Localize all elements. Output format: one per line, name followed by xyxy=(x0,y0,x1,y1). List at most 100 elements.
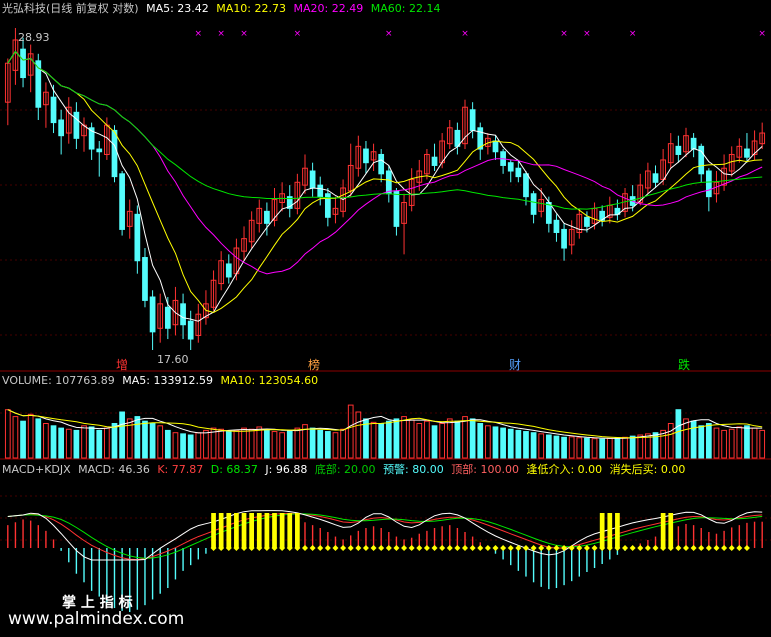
volume-bar xyxy=(507,428,514,459)
volume-bar xyxy=(43,423,49,459)
ma20-value: MA20: 22.49 xyxy=(293,2,364,15)
volume-bar xyxy=(492,426,499,459)
volume-bar xyxy=(637,434,644,459)
candle-body xyxy=(385,170,392,195)
volume-bar xyxy=(462,416,468,459)
signal-diamond xyxy=(385,545,392,551)
vol-ma5-value: MA5: 133912.59 xyxy=(122,374,213,387)
candle-body xyxy=(363,148,369,164)
candle-body xyxy=(545,201,552,224)
candle-body xyxy=(378,153,385,175)
volume-bar xyxy=(523,431,529,459)
signal-diamond xyxy=(454,545,461,551)
volume-bar xyxy=(713,427,720,459)
volume-bar xyxy=(370,421,377,459)
volume-bar xyxy=(393,418,400,459)
volume-bar xyxy=(164,429,171,459)
candle-body xyxy=(652,173,659,183)
buy-signal-bar xyxy=(279,513,285,548)
volume-bar xyxy=(446,418,453,459)
signal-diamond xyxy=(728,545,735,551)
candle-body xyxy=(523,173,529,198)
volume-bar xyxy=(96,429,103,459)
volume-bar xyxy=(4,409,11,459)
signal-x-marker: × xyxy=(240,29,248,39)
volume-bar xyxy=(294,427,301,459)
candle-body xyxy=(705,170,712,198)
signal-diamond xyxy=(309,545,316,551)
volume-bar xyxy=(81,425,87,459)
volume-bar xyxy=(317,429,324,459)
buy-signal-bar xyxy=(668,513,674,548)
event-marker-3[interactable]: 财 xyxy=(509,356,521,373)
volume-bar xyxy=(606,437,613,459)
volume-bar xyxy=(12,416,19,459)
buy-signal-bar xyxy=(249,513,255,548)
signal-diamond xyxy=(340,545,347,551)
volume-bar xyxy=(65,428,72,459)
volume-bar xyxy=(667,423,674,459)
buy-signal-bar xyxy=(234,513,239,548)
volume-bar xyxy=(332,432,339,459)
volume-bar xyxy=(614,437,621,459)
volume-bar xyxy=(73,429,80,459)
signal-x-marker: × xyxy=(217,29,225,39)
volume-bar xyxy=(142,420,148,459)
ma60-value: MA60: 22.14 xyxy=(370,2,441,15)
volume-bar xyxy=(180,433,186,459)
event-marker-1[interactable]: 增 xyxy=(116,356,128,373)
k-value: K: 77.87 xyxy=(157,463,204,476)
volume-bar xyxy=(233,429,240,459)
volume-bar xyxy=(759,429,766,459)
signal-diamond xyxy=(721,545,728,551)
volume-bar xyxy=(698,425,705,459)
volume-bar xyxy=(485,425,491,459)
candle-body xyxy=(530,193,537,215)
signal-diamond xyxy=(416,545,423,551)
volume-bar xyxy=(515,429,522,459)
candle-body xyxy=(584,216,590,227)
signal-diamond xyxy=(393,545,400,551)
low-price-label: 17.60 xyxy=(157,353,189,366)
stock-chart: × × × × × × × × × × xyxy=(0,28,771,613)
candle-body xyxy=(515,167,522,178)
warn-value: 预警: 80.00 xyxy=(383,463,444,476)
signal-diamond xyxy=(477,545,484,551)
volume-bar xyxy=(225,431,232,459)
macd-value: MACD: 46.36 xyxy=(78,463,150,476)
signal-diamond xyxy=(644,545,651,551)
event-marker-4[interactable]: 跌 xyxy=(678,356,690,373)
volume-bar xyxy=(477,423,484,459)
j-value: J: 96.88 xyxy=(265,463,308,476)
volume-bar xyxy=(705,423,712,459)
buy-signal-bar xyxy=(256,513,262,548)
stock-title: 光弘科技(日线 前复权 对数) xyxy=(2,2,139,15)
volume-bar xyxy=(264,429,270,459)
signal-diamond xyxy=(484,545,491,551)
signal-diamond xyxy=(332,545,339,551)
candle-body xyxy=(317,184,324,198)
volume-bar xyxy=(439,423,446,459)
signal-diamond xyxy=(500,545,507,551)
volume-bar xyxy=(553,435,560,459)
event-marker-2[interactable]: 榜 xyxy=(308,356,320,373)
signal-diamond xyxy=(675,545,682,551)
volume-bar xyxy=(218,428,225,459)
volume-bar xyxy=(721,429,727,459)
candle-body xyxy=(142,257,148,301)
candle-body xyxy=(164,306,171,329)
signal-diamond xyxy=(690,545,697,551)
kdj-d-line xyxy=(7,513,763,559)
indicator-name: MACD+KDJX xyxy=(2,463,71,476)
candle-body xyxy=(431,156,438,166)
volume-bar xyxy=(203,429,209,459)
signal-diamond xyxy=(522,545,529,551)
signal-x-marker: × xyxy=(758,29,766,39)
ma5-value: MA5: 23.42 xyxy=(146,2,209,15)
volume-bar xyxy=(324,431,331,459)
signal-diamond xyxy=(446,545,453,551)
buy-signal-bar xyxy=(660,513,666,548)
volume-bar xyxy=(111,423,118,459)
signal-diamond xyxy=(439,545,446,551)
volume-bar xyxy=(149,423,156,459)
